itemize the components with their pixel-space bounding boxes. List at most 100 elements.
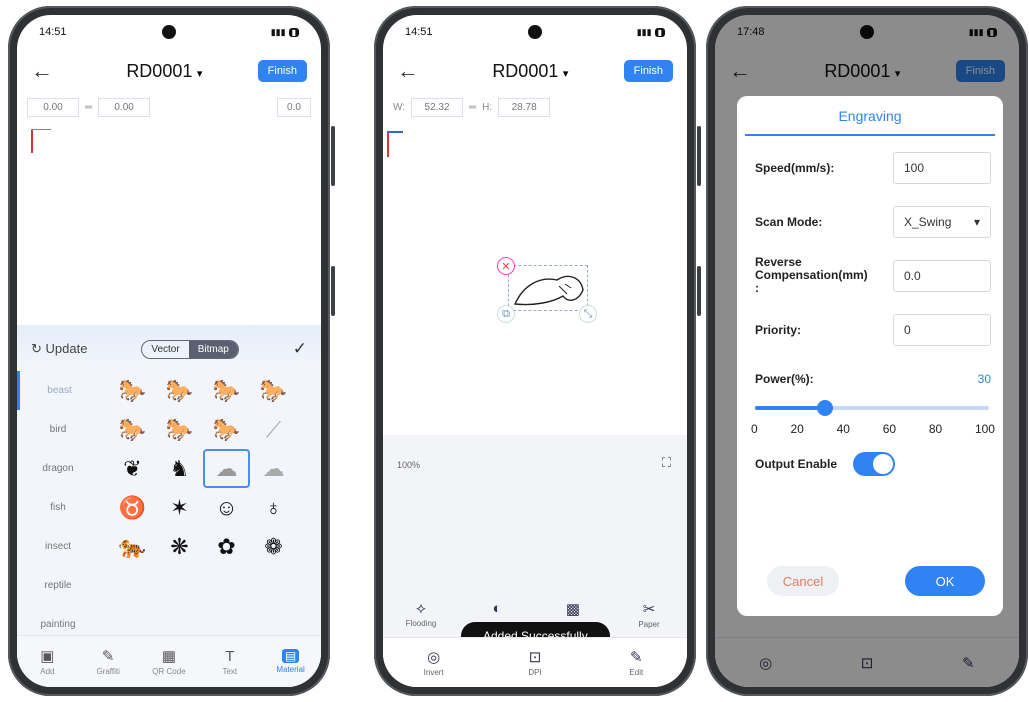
category-item[interactable]: insect bbox=[17, 527, 99, 566]
text-icon: T bbox=[225, 647, 235, 665]
qr-icon: ▦ bbox=[161, 648, 177, 665]
panther-thumb-icon[interactable]: ☁ bbox=[203, 449, 250, 488]
phone-material: 14:51 ▮▮▮ ▮ ← RD0001 ▾ Finish 0.00 ═ 0.00… bbox=[8, 6, 335, 696]
horse-thumb-icon[interactable]: 🐎 bbox=[109, 371, 156, 410]
ornament-thumb-icon[interactable]: ❋ bbox=[156, 527, 203, 566]
tab-text[interactable]: T Text bbox=[206, 648, 254, 676]
ok-button[interactable]: OK bbox=[905, 566, 985, 596]
reverse-comp-input[interactable]: 0.0 bbox=[893, 259, 991, 292]
width-input[interactable]: 52.32 bbox=[411, 97, 464, 117]
design-canvas[interactable] bbox=[17, 121, 321, 325]
y-axis-marker bbox=[387, 131, 389, 157]
tool-flooding[interactable]: ⟡ Flooding bbox=[396, 600, 446, 629]
tab-add[interactable]: ▣ Add bbox=[23, 647, 71, 676]
battery-icon: ▮ bbox=[654, 27, 665, 37]
power-slider[interactable] bbox=[755, 400, 989, 416]
tool-label: Edit bbox=[629, 668, 644, 677]
category-item[interactable]: reptile bbox=[17, 566, 99, 605]
link-icon[interactable]: ═ bbox=[469, 102, 476, 113]
finish-button[interactable]: Finish bbox=[623, 60, 673, 82]
contrast-icon: ◐ bbox=[492, 600, 502, 617]
category-item[interactable]: beast bbox=[17, 371, 99, 410]
ornament-thumb-icon[interactable]: ✿ bbox=[203, 527, 250, 566]
screen: 14:51 ▮▮▮ ▮ ← RD0001 ▾ Finish 0.00 ═ 0.00… bbox=[17, 15, 321, 687]
horse-thumb-icon[interactable]: 🐎 bbox=[109, 410, 156, 449]
bull-thumb-icon[interactable]: ♉ bbox=[109, 488, 156, 527]
category-item[interactable]: bird bbox=[17, 410, 99, 449]
power-button bbox=[697, 266, 701, 316]
horse-thumb-icon[interactable]: 🐎 bbox=[250, 371, 297, 410]
power-ticks: 0 20 40 60 80 100 bbox=[751, 422, 995, 436]
speed-input[interactable]: 100 bbox=[893, 152, 991, 184]
wolf-thumb-icon[interactable]: ✶ bbox=[156, 488, 203, 527]
lion-thumb-icon[interactable]: 🐅 bbox=[109, 527, 156, 566]
tab-label: Add bbox=[40, 667, 55, 676]
flood-icon: ⟡ bbox=[416, 600, 426, 617]
delete-handle-icon[interactable]: ✕ bbox=[497, 257, 515, 275]
tool-dpi[interactable]: ⊡ DPI bbox=[510, 648, 560, 677]
height-input[interactable]: 28.78 bbox=[498, 97, 551, 117]
type-toggle[interactable]: Vector Bitmap bbox=[141, 339, 239, 359]
chevron-down-icon: ▾ bbox=[562, 67, 569, 80]
confirm-check-icon[interactable]: ✓ bbox=[293, 339, 307, 359]
x-axis-marker bbox=[387, 131, 403, 133]
back-arrow-icon[interactable]: ← bbox=[31, 58, 71, 84]
tab-label: Material bbox=[276, 665, 305, 674]
link-icon[interactable]: ═ bbox=[85, 102, 92, 113]
tool-label: DPI bbox=[528, 668, 542, 677]
tool-paper[interactable]: ✂ Paper bbox=[624, 600, 674, 629]
priority-input[interactable]: 0 bbox=[893, 314, 991, 346]
device-selector[interactable]: RD0001 ▾ bbox=[126, 61, 202, 82]
zoom-level: 100% bbox=[397, 460, 421, 470]
horse-thumb-icon[interactable]: 🐎 bbox=[203, 371, 250, 410]
face-thumb-icon[interactable]: ☺ bbox=[203, 488, 250, 527]
category-item[interactable]: dragon bbox=[17, 449, 99, 488]
tiger-thumb-icon[interactable]: ♁ bbox=[250, 488, 297, 527]
bitmap-tab[interactable]: Bitmap bbox=[188, 340, 238, 358]
fit-screen-icon[interactable]: ⛶ bbox=[662, 455, 671, 471]
zebra-thumb-icon[interactable]: ♞ bbox=[156, 449, 203, 488]
category-item[interactable]: fish bbox=[17, 488, 99, 527]
material-grid: 🐎 🐎 🐎 🐎 🐎 🐎 🐎 ⟋ ❦ ♞ ☁ ☁ ♉ ✶ ☺ ♁ 🐅 ❋ ✿ ❁ bbox=[109, 371, 315, 566]
output-enable-label: Output Enable bbox=[755, 457, 837, 471]
rotate-input[interactable]: 0.0 bbox=[277, 97, 311, 117]
selected-image[interactable] bbox=[508, 265, 588, 311]
tick-label: 40 bbox=[836, 422, 850, 436]
scan-mode-select[interactable]: X_Swing ▾ bbox=[893, 206, 991, 238]
ornament-thumb-icon[interactable]: ❁ bbox=[250, 527, 297, 566]
finish-button[interactable]: Finish bbox=[257, 60, 307, 82]
horse-thumb-icon[interactable]: 🐎 bbox=[156, 371, 203, 410]
sketch-thumb-icon[interactable]: ⟋ bbox=[250, 410, 297, 449]
signal-icon: ▮▮▮ bbox=[270, 26, 286, 37]
dimension-bar: 0.00 ═ 0.00 0.0 bbox=[17, 93, 321, 121]
priority-value: 0 bbox=[904, 323, 911, 337]
phone-editor: 14:51 ▮▮▮ ▮ ← RD0001 ▾ Finish W: 52.32 ═ … bbox=[374, 6, 701, 696]
back-arrow-icon[interactable]: ← bbox=[397, 58, 437, 84]
tool-edit[interactable]: ✎ Edit bbox=[611, 648, 661, 677]
width-input[interactable]: 0.00 bbox=[27, 97, 79, 117]
outline-thumb-icon[interactable]: ☁ bbox=[250, 449, 297, 488]
power-slider-thumb[interactable] bbox=[817, 400, 834, 416]
update-button[interactable]: ↻ Update bbox=[31, 341, 87, 357]
power-value: 30 bbox=[977, 372, 991, 386]
copy-handle-icon[interactable]: ⧉ bbox=[497, 305, 515, 323]
tab-label: Graffiti bbox=[96, 667, 120, 676]
output-enable-toggle[interactable] bbox=[853, 452, 895, 476]
resize-handle-icon[interactable]: ⤡ bbox=[579, 305, 597, 323]
tab-qr-code[interactable]: ▦ QR Code bbox=[145, 647, 193, 676]
height-input[interactable]: 0.00 bbox=[98, 97, 151, 117]
device-title: RD0001 bbox=[126, 60, 193, 81]
tab-material[interactable]: ▤ Material bbox=[267, 649, 315, 674]
horse-thumb-icon[interactable]: 🐎 bbox=[156, 410, 203, 449]
speed-value: 100 bbox=[904, 161, 925, 175]
category-list: beast bird dragon fish insect reptile pa… bbox=[17, 371, 99, 644]
horse-thumb-icon[interactable]: 🐎 bbox=[203, 410, 250, 449]
cancel-button[interactable]: Cancel bbox=[767, 566, 839, 596]
chevron-down-icon: ▾ bbox=[196, 67, 203, 80]
tab-graffiti[interactable]: ✎ Graffiti bbox=[84, 647, 132, 676]
bird-thumb-icon[interactable]: ❦ bbox=[109, 449, 156, 488]
vector-tab[interactable]: Vector bbox=[142, 341, 188, 358]
device-selector[interactable]: RD0001 ▾ bbox=[492, 61, 568, 82]
reverse-comp-row: Reverse Compensation(mm): 0.0 bbox=[755, 256, 991, 295]
tool-invert[interactable]: ◎ Invert bbox=[409, 648, 459, 677]
